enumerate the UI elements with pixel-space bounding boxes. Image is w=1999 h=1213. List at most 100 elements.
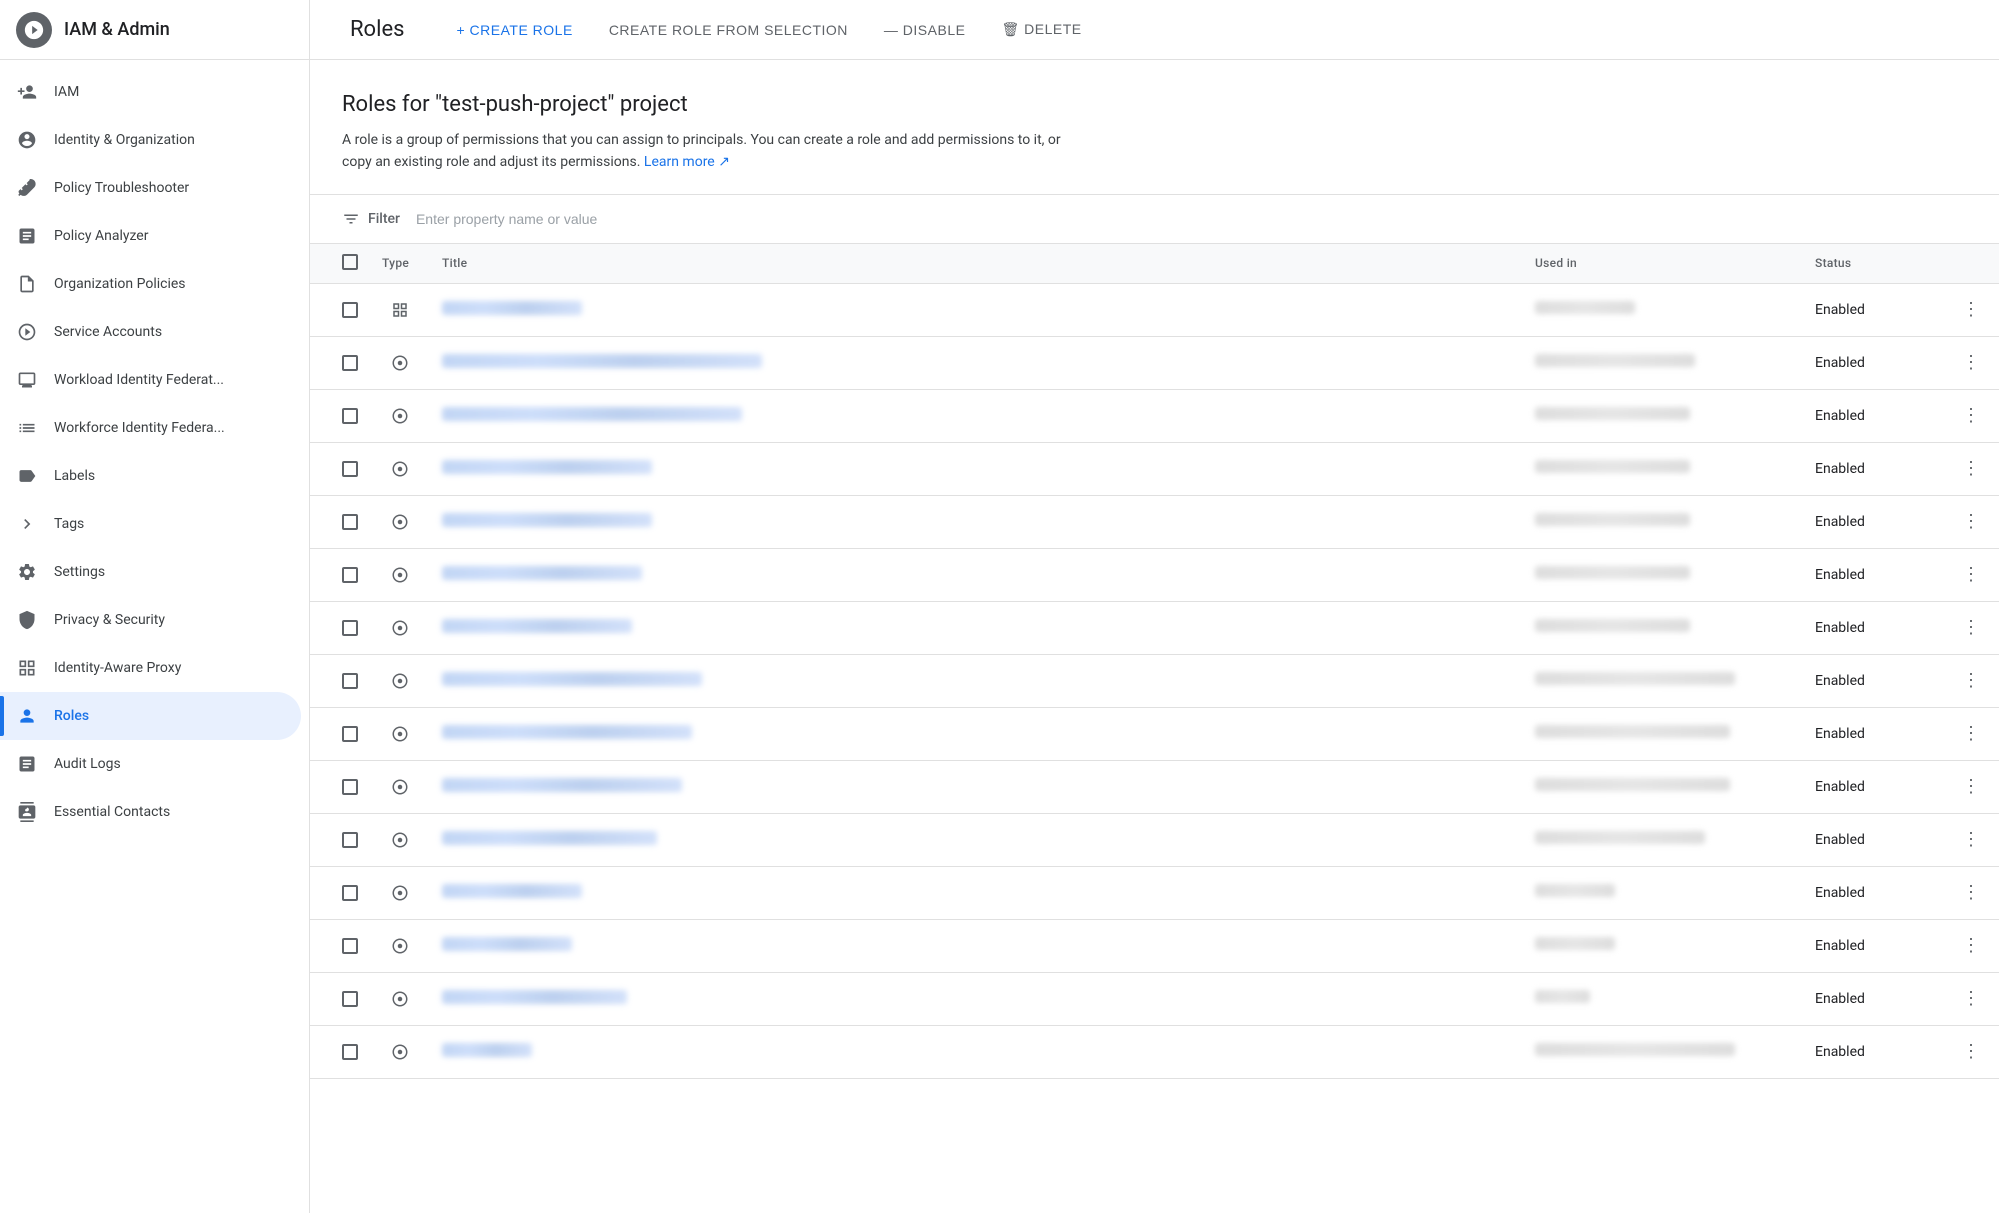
status-cell: Enabled bbox=[1803, 707, 1943, 760]
title-cell[interactable] bbox=[430, 760, 1523, 813]
row-checkbox-8[interactable] bbox=[342, 726, 358, 742]
sidebar-item-essential-contacts[interactable]: Essential Contacts bbox=[0, 788, 301, 836]
title-cell[interactable] bbox=[430, 389, 1523, 442]
more-options-button-3[interactable]: ⋮ bbox=[1955, 453, 1987, 485]
row-checkbox-5[interactable] bbox=[342, 567, 358, 583]
create-role-button[interactable]: + CREATE ROLE bbox=[440, 12, 588, 48]
sidebar-item-workforce-identity[interactable]: Workforce Identity Federa... bbox=[0, 404, 301, 452]
more-options-button-6[interactable]: ⋮ bbox=[1955, 612, 1987, 644]
used-in-cell bbox=[1523, 654, 1803, 707]
used-in-cell bbox=[1523, 972, 1803, 1025]
row-checkbox-3[interactable] bbox=[342, 461, 358, 477]
more-options-button-11[interactable]: ⋮ bbox=[1955, 877, 1987, 909]
select-all-checkbox[interactable] bbox=[342, 254, 358, 270]
sidebar-item-org-policies[interactable]: Organization Policies bbox=[0, 260, 301, 308]
col-actions-header bbox=[1943, 244, 1999, 284]
title-cell[interactable] bbox=[430, 336, 1523, 389]
actions-cell[interactable]: ⋮ bbox=[1943, 760, 1999, 813]
title-cell[interactable] bbox=[430, 813, 1523, 866]
more-options-button-9[interactable]: ⋮ bbox=[1955, 771, 1987, 803]
more-options-button-5[interactable]: ⋮ bbox=[1955, 559, 1987, 591]
row-checkbox-4[interactable] bbox=[342, 514, 358, 530]
disable-button[interactable]: — DISABLE bbox=[868, 12, 982, 48]
status-cell: Enabled bbox=[1803, 283, 1943, 336]
row-checkbox-10[interactable] bbox=[342, 832, 358, 848]
sidebar-item-policy-analyzer[interactable]: Policy Analyzer bbox=[0, 212, 301, 260]
sidebar-label-workload-identity: Workload Identity Federat... bbox=[54, 372, 224, 388]
title-cell[interactable] bbox=[430, 1025, 1523, 1078]
more-options-button-13[interactable]: ⋮ bbox=[1955, 983, 1987, 1015]
sidebar-item-privacy-security[interactable]: Privacy & Security bbox=[0, 596, 301, 644]
content-description: A role is a group of permissions that yo… bbox=[342, 129, 1062, 174]
table-row: Enabled⋮ bbox=[310, 919, 1999, 972]
title-cell[interactable] bbox=[430, 548, 1523, 601]
title-cell[interactable] bbox=[430, 442, 1523, 495]
row-checkbox-9[interactable] bbox=[342, 779, 358, 795]
actions-cell[interactable]: ⋮ bbox=[1943, 1025, 1999, 1078]
actions-cell[interactable]: ⋮ bbox=[1943, 389, 1999, 442]
used-in-cell bbox=[1523, 707, 1803, 760]
row-checkbox-6[interactable] bbox=[342, 620, 358, 636]
title-cell[interactable] bbox=[430, 654, 1523, 707]
actions-cell[interactable]: ⋮ bbox=[1943, 919, 1999, 972]
sidebar-item-audit-logs[interactable]: Audit Logs bbox=[0, 740, 301, 788]
sidebar-item-settings[interactable]: Settings bbox=[0, 548, 301, 596]
actions-cell[interactable]: ⋮ bbox=[1943, 283, 1999, 336]
actions-cell[interactable]: ⋮ bbox=[1943, 601, 1999, 654]
type-cell bbox=[370, 866, 430, 919]
actions-cell[interactable]: ⋮ bbox=[1943, 654, 1999, 707]
filter-input[interactable] bbox=[408, 207, 1967, 231]
sidebar-item-tags[interactable]: Tags bbox=[0, 500, 301, 548]
circle-type-icon bbox=[382, 937, 418, 955]
actions-cell[interactable]: ⋮ bbox=[1943, 548, 1999, 601]
delete-button[interactable]: 🗑 DELETE bbox=[985, 12, 1097, 48]
learn-more-link[interactable]: Learn more ↗ bbox=[644, 154, 730, 170]
create-role-from-selection-button[interactable]: CREATE ROLE FROM SELECTION bbox=[593, 12, 864, 48]
more-options-button-8[interactable]: ⋮ bbox=[1955, 718, 1987, 750]
row-checkbox-2[interactable] bbox=[342, 408, 358, 424]
title-cell[interactable] bbox=[430, 283, 1523, 336]
sidebar-item-roles[interactable]: Roles bbox=[0, 692, 301, 740]
more-options-button-12[interactable]: ⋮ bbox=[1955, 930, 1987, 962]
more-options-button-14[interactable]: ⋮ bbox=[1955, 1036, 1987, 1068]
more-options-button-2[interactable]: ⋮ bbox=[1955, 400, 1987, 432]
table-row: Enabled⋮ bbox=[310, 601, 1999, 654]
actions-cell[interactable]: ⋮ bbox=[1943, 972, 1999, 1025]
row-checkbox-7[interactable] bbox=[342, 673, 358, 689]
title-cell[interactable] bbox=[430, 601, 1523, 654]
sidebar-item-policy-troubleshooter[interactable]: Policy Troubleshooter bbox=[0, 164, 301, 212]
actions-cell[interactable]: ⋮ bbox=[1943, 442, 1999, 495]
table-row: Enabled⋮ bbox=[310, 1025, 1999, 1078]
more-options-button-1[interactable]: ⋮ bbox=[1955, 347, 1987, 379]
row-checkbox-12[interactable] bbox=[342, 938, 358, 954]
sidebar-label-identity-aware-proxy: Identity-Aware Proxy bbox=[54, 660, 181, 676]
actions-cell[interactable]: ⋮ bbox=[1943, 336, 1999, 389]
description-icon bbox=[16, 273, 38, 295]
sidebar-item-workload-identity[interactable]: Workload Identity Federat... bbox=[0, 356, 301, 404]
row-checkbox-14[interactable] bbox=[342, 1044, 358, 1060]
sidebar-item-identity-org[interactable]: Identity & Organization bbox=[0, 116, 301, 164]
more-options-button-4[interactable]: ⋮ bbox=[1955, 506, 1987, 538]
person-icon bbox=[16, 705, 38, 727]
title-cell[interactable] bbox=[430, 972, 1523, 1025]
sidebar-item-iam[interactable]: IAM bbox=[0, 68, 301, 116]
sidebar-item-labels[interactable]: Labels bbox=[0, 452, 301, 500]
title-cell[interactable] bbox=[430, 495, 1523, 548]
sidebar-item-identity-aware-proxy[interactable]: Identity-Aware Proxy bbox=[0, 644, 301, 692]
actions-cell[interactable]: ⋮ bbox=[1943, 813, 1999, 866]
more-options-button-0[interactable]: ⋮ bbox=[1955, 294, 1987, 326]
title-cell[interactable] bbox=[430, 707, 1523, 760]
row-checkbox-1[interactable] bbox=[342, 355, 358, 371]
row-checkbox-0[interactable] bbox=[342, 302, 358, 318]
title-cell[interactable] bbox=[430, 866, 1523, 919]
sidebar-item-service-accounts[interactable]: Service Accounts bbox=[0, 308, 301, 356]
used-in-cell bbox=[1523, 1025, 1803, 1078]
row-checkbox-11[interactable] bbox=[342, 885, 358, 901]
actions-cell[interactable]: ⋮ bbox=[1943, 495, 1999, 548]
more-options-button-7[interactable]: ⋮ bbox=[1955, 665, 1987, 697]
actions-cell[interactable]: ⋮ bbox=[1943, 866, 1999, 919]
actions-cell[interactable]: ⋮ bbox=[1943, 707, 1999, 760]
row-checkbox-13[interactable] bbox=[342, 991, 358, 1007]
more-options-button-10[interactable]: ⋮ bbox=[1955, 824, 1987, 856]
title-cell[interactable] bbox=[430, 919, 1523, 972]
